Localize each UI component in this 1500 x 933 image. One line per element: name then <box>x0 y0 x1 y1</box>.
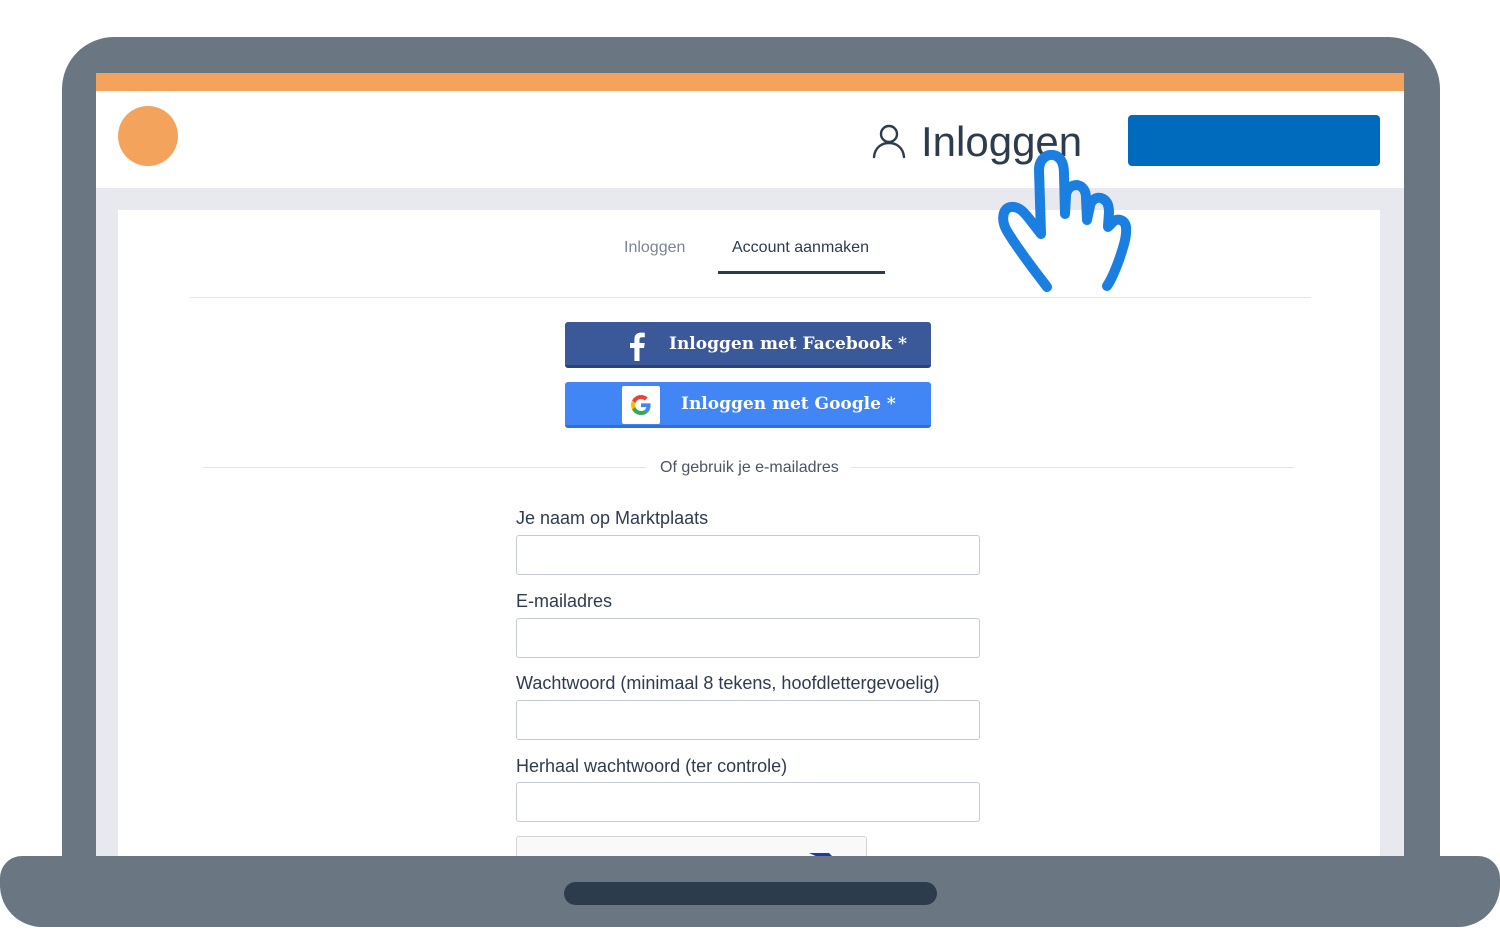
facebook-login-label: Inloggen met Facebook * <box>669 334 908 354</box>
divider-right <box>851 467 1294 468</box>
facebook-login-button[interactable]: Inloggen met Facebook * <box>565 322 931 368</box>
google-login-label: Inloggen met Google * <box>681 394 896 414</box>
site-logo[interactable] <box>118 106 178 166</box>
google-icon <box>622 386 660 424</box>
browser-screen: Inloggen Inloggen Account aanmaken Inlog… <box>96 73 1404 863</box>
password-field-label: Wachtwoord (minimaal 8 tekens, hoofdlett… <box>516 673 940 693</box>
auth-card: Inloggen Account aanmaken Inloggen met F… <box>118 210 1380 863</box>
tabs-divider <box>190 297 1311 298</box>
email-input[interactable] <box>516 618 980 658</box>
name-input[interactable] <box>516 535 980 575</box>
divider-text: Of gebruik je e-mailadres <box>660 459 839 476</box>
name-field-label: Je naam op Marktplaats <box>516 508 709 528</box>
repeat-password-input[interactable] <box>516 782 980 822</box>
header-primary-button[interactable] <box>1128 115 1380 166</box>
user-icon[interactable] <box>871 123 907 159</box>
password-input[interactable] <box>516 700 980 740</box>
tab-login[interactable]: Inloggen <box>624 239 685 257</box>
site-header: Inloggen <box>96 91 1404 188</box>
google-login-button[interactable]: Inloggen met Google * <box>565 382 931 428</box>
laptop-base <box>0 856 1500 927</box>
top-accent-bar <box>96 73 1404 91</box>
email-field-label: E-mailadres <box>516 591 613 611</box>
tab-create-account[interactable]: Account aanmaken <box>732 239 869 257</box>
pointing-hand-cursor-icon <box>998 150 1132 292</box>
active-tab-indicator <box>718 271 885 274</box>
repeat-password-field-label: Herhaal wachtwoord (ter controle) <box>516 756 788 776</box>
facebook-icon <box>630 332 645 361</box>
divider-left <box>203 467 646 468</box>
laptop-notch <box>564 882 937 905</box>
